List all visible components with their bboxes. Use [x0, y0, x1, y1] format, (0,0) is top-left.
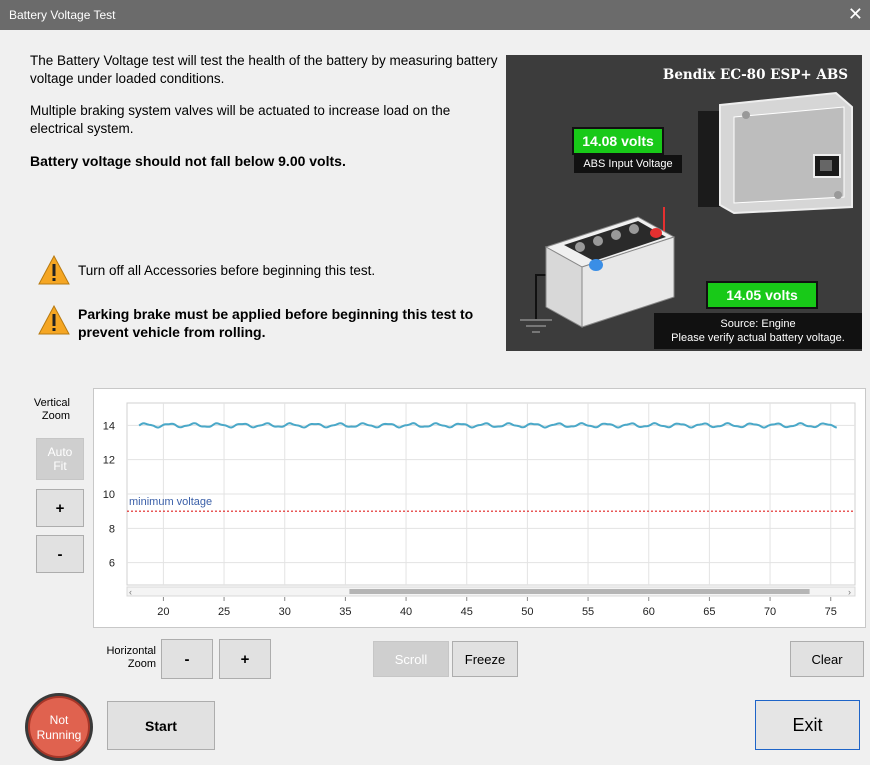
horizontal-zoom-in-button[interactable]: +: [219, 639, 271, 679]
abs-voltage-value: 14.08 volts: [572, 127, 664, 155]
x-tick-label: 60: [643, 606, 655, 618]
scroll-button[interactable]: Scroll: [373, 641, 449, 677]
voltage-source-caption: Source: Engine Please verify actual batt…: [654, 313, 862, 349]
x-tick-label: 65: [703, 606, 715, 618]
x-tick-label: 55: [582, 606, 594, 618]
x-tick-label: 20: [157, 606, 169, 618]
warning-text: Turn off all Accessories before beginnin…: [78, 263, 376, 278]
abs-voltage-caption: ABS Input Voltage: [574, 155, 682, 173]
horizontal-zoom-label: Horizontal Zoom: [106, 645, 156, 670]
clear-button[interactable]: Clear: [790, 641, 864, 677]
warning-text: Parking brake must be applied before beg…: [78, 306, 474, 340]
warning-parking-brake: Parking brake must be applied before beg…: [38, 305, 498, 341]
title-bar: Battery Voltage Test ✕: [0, 0, 870, 30]
status-line-2: Running: [37, 728, 82, 742]
x-tick-label: 25: [218, 606, 230, 618]
voltage-requirement: Battery voltage should not fall below 9.…: [30, 153, 346, 169]
y-tick-label: 8: [109, 523, 115, 535]
x-tick-label: 75: [825, 606, 837, 618]
x-tick-label: 40: [400, 606, 412, 618]
x-tick-label: 30: [279, 606, 291, 618]
intro-paragraph-2: Multiple braking system valves will be a…: [30, 103, 451, 136]
intro-text: The Battery Voltage test will test the h…: [30, 52, 500, 184]
vertical-zoom-in-button[interactable]: +: [36, 489, 84, 527]
verify-line: Please verify actual battery voltage.: [671, 332, 845, 344]
y-tick-label: 14: [103, 420, 115, 432]
ecu-module-icon: [698, 91, 853, 215]
voltage-chart[interactable]: 6 8 10 12 14 20 25 30 35 40 45 50 55 60 65 70 75 minimum …: [93, 388, 866, 628]
scroll-right-arrow-icon: ›: [848, 587, 851, 597]
start-button[interactable]: Start: [107, 701, 215, 750]
y-tick-label: 12: [103, 455, 115, 467]
battery-voltage-value: 14.05 volts: [706, 281, 818, 309]
vertical-zoom-out-button[interactable]: -: [36, 535, 84, 573]
status-light: [28, 696, 90, 758]
source-line: Source: Engine: [720, 318, 796, 330]
battery-icon: [544, 216, 676, 328]
y-tick-label: 10: [103, 489, 115, 501]
auto-fit-button[interactable]: Auto Fit: [36, 438, 84, 480]
abs-illustration-panel: Bendix EC-80 ESP+ ABS 14.08 volts ABS In…: [506, 55, 862, 351]
voltage-line-chart: 6 8 10 12 14 20 25 30 35 40 45 50 55 60 65 70 75 minimum …: [103, 402, 856, 618]
chart-scrollbar-thumb: [349, 589, 810, 594]
x-tick-label: 45: [461, 606, 473, 618]
x-tick-label: 50: [521, 606, 533, 618]
freeze-button[interactable]: Freeze: [452, 641, 518, 677]
horizontal-zoom-out-button[interactable]: -: [161, 639, 213, 679]
close-icon[interactable]: ✕: [848, 4, 863, 24]
x-tick-label: 35: [339, 606, 351, 618]
x-tick-label: 70: [764, 606, 776, 618]
minimum-voltage-label: minimum voltage: [129, 496, 212, 508]
status-line-1: Not: [50, 713, 69, 727]
y-tick-label: 6: [109, 558, 115, 570]
scroll-left-arrow-icon: ‹: [129, 587, 132, 597]
warning-accessories: Turn off all Accessories before beginnin…: [38, 255, 375, 285]
warning-icon: [38, 255, 70, 285]
warning-icon: [38, 305, 70, 335]
intro-paragraph-1: The Battery Voltage test will test the h…: [30, 53, 498, 86]
status-indicator: Not Running: [25, 693, 93, 761]
window-title: Battery Voltage Test: [9, 8, 116, 22]
exit-button[interactable]: Exit: [755, 700, 860, 750]
vertical-zoom-label: Vertical Zoom: [33, 397, 70, 422]
